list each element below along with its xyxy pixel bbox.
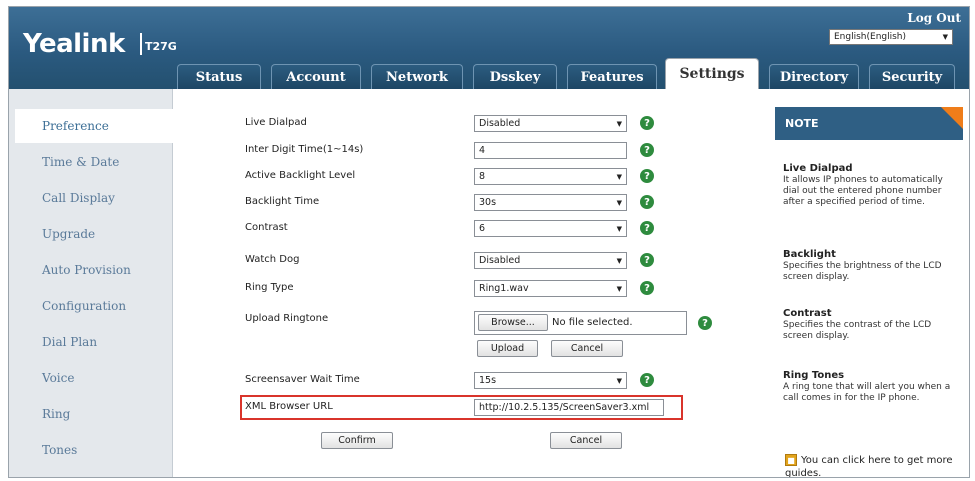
xml-browser-url-label: XML Browser URL — [245, 401, 333, 412]
screensaver-wait-select[interactable]: 15s ▼ — [474, 372, 627, 389]
note-panel: NOTE Live Dialpad It allows IP phones to… — [775, 107, 963, 477]
watch-dog-value: Disabled — [479, 255, 521, 266]
tab-network[interactable]: Network — [371, 64, 463, 89]
language-select[interactable]: English(English) ▼ — [829, 29, 953, 45]
help-icon[interactable]: ? — [640, 169, 654, 183]
sidebar: Preference Time & Date Call Display Upgr… — [9, 89, 173, 477]
cancel-button[interactable]: Cancel — [550, 432, 622, 449]
contrast-select[interactable]: 6 ▼ — [474, 220, 627, 237]
chevron-down-icon: ▼ — [616, 256, 622, 265]
screensaver-wait-value: 15s — [479, 375, 497, 386]
upload-cancel-button[interactable]: Cancel — [551, 340, 623, 357]
note-text-backlight: Specifies the brightness of the LCD scre… — [783, 261, 942, 282]
inter-digit-time-value: 4 — [479, 145, 486, 156]
live-dialpad-value: Disabled — [479, 118, 521, 129]
upload-ringtone-label: Upload Ringtone — [245, 313, 329, 324]
header-bar: Yealink T27G Log Out English(English) ▼ … — [9, 7, 969, 89]
sidebar-item-auto-provision[interactable]: Auto Provision — [9, 253, 173, 287]
browse-button[interactable]: Browse... — [478, 314, 548, 331]
tab-security[interactable]: Security — [869, 64, 955, 89]
help-icon[interactable]: ? — [640, 373, 654, 387]
tab-account[interactable]: Account — [271, 64, 361, 89]
note-title-live-dialpad: Live Dialpad — [783, 163, 853, 174]
note-corner-flag — [941, 107, 963, 129]
web-page: Yealink T27G Log Out English(English) ▼ … — [8, 6, 970, 478]
sidebar-item-voice[interactable]: Voice — [9, 361, 173, 395]
ring-type-select[interactable]: Ring1.wav ▼ — [474, 280, 627, 297]
sidebar-item-time-date[interactable]: Time & Date — [9, 145, 173, 179]
inter-digit-time-label: Inter Digit Time(1~14s) — [245, 144, 364, 155]
more-guides-link[interactable]: You can click here to get more guides. — [785, 454, 955, 477]
backlight-time-value: 30s — [479, 197, 497, 208]
sidebar-item-configuration[interactable]: Configuration — [9, 289, 173, 323]
note-title-contrast: Contrast — [783, 308, 832, 319]
file-status-text: No file selected. — [552, 317, 633, 328]
active-backlight-value: 8 — [479, 171, 486, 182]
note-text-ring-tones: A ring tone that will alert you when a c… — [783, 382, 951, 403]
logout-link[interactable]: Log Out — [907, 11, 961, 25]
language-select-value: English(English) — [834, 32, 907, 42]
upload-button[interactable]: Upload — [477, 340, 538, 357]
ring-type-value: Ring1.wav — [479, 283, 529, 294]
help-icon[interactable]: ? — [640, 253, 654, 267]
backlight-time-label: Backlight Time — [245, 196, 320, 207]
chevron-down-icon: ▼ — [616, 284, 622, 293]
note-title-backlight: Backlight — [783, 249, 836, 260]
yealink-logo: Yealink — [23, 29, 125, 59]
watch-dog-select[interactable]: Disabled ▼ — [474, 252, 627, 269]
note-text-live-dialpad: It allows IP phones to automatically dia… — [783, 175, 943, 207]
sidebar-item-call-display[interactable]: Call Display — [9, 181, 173, 215]
chevron-down-icon: ▼ — [616, 172, 622, 181]
ring-type-label: Ring Type — [245, 282, 294, 293]
active-backlight-label: Active Backlight Level — [245, 170, 356, 181]
note-heading: NOTE — [775, 107, 963, 140]
chevron-down-icon: ▼ — [616, 224, 622, 233]
live-dialpad-label: Live Dialpad — [245, 117, 307, 128]
logo-divider — [140, 33, 142, 55]
help-icon[interactable]: ? — [640, 143, 654, 157]
watch-dog-label: Watch Dog — [245, 254, 300, 265]
tab-status[interactable]: Status — [177, 64, 261, 89]
tab-directory[interactable]: Directory — [769, 64, 859, 89]
screensaver-wait-label: Screensaver Wait Time — [245, 374, 360, 385]
help-icon[interactable]: ? — [698, 316, 712, 330]
chevron-down-icon: ▼ — [616, 119, 622, 128]
backlight-time-select[interactable]: 30s ▼ — [474, 194, 627, 211]
chevron-down-icon: ▼ — [942, 33, 948, 41]
help-icon[interactable]: ? — [640, 195, 654, 209]
note-title-ring-tones: Ring Tones — [783, 370, 845, 381]
chevron-down-icon: ▼ — [616, 198, 622, 207]
contrast-label: Contrast — [245, 222, 288, 233]
sidebar-item-ring[interactable]: Ring — [9, 397, 173, 431]
note-text-contrast: Specifies the contrast of the LCD screen… — [783, 320, 932, 341]
sidebar-item-upgrade[interactable]: Upgrade — [9, 217, 173, 251]
inter-digit-time-input[interactable]: 4 — [474, 142, 627, 159]
tab-dsskey[interactable]: Dsskey — [473, 64, 557, 89]
guide-book-icon: ■ — [785, 454, 797, 466]
contrast-value: 6 — [479, 223, 486, 234]
model-label: T27G — [145, 40, 177, 53]
tab-settings[interactable]: Settings — [665, 58, 759, 89]
confirm-button[interactable]: Confirm — [321, 432, 393, 449]
xml-browser-url-value: http://10.2.5.135/ScreenSaver3.xml — [479, 402, 650, 413]
sidebar-item-dial-plan[interactable]: Dial Plan — [9, 325, 173, 359]
chevron-down-icon: ▼ — [616, 376, 622, 385]
live-dialpad-select[interactable]: Disabled ▼ — [474, 115, 627, 132]
tab-features[interactable]: Features — [567, 64, 657, 89]
sidebar-item-tones[interactable]: Tones — [9, 433, 173, 467]
active-backlight-select[interactable]: 8 ▼ — [474, 168, 627, 185]
help-icon[interactable]: ? — [640, 281, 654, 295]
help-icon[interactable]: ? — [640, 116, 654, 130]
sidebar-item-preference[interactable]: Preference — [15, 109, 173, 143]
xml-browser-url-input[interactable]: http://10.2.5.135/ScreenSaver3.xml — [474, 399, 664, 416]
help-icon[interactable]: ? — [640, 221, 654, 235]
